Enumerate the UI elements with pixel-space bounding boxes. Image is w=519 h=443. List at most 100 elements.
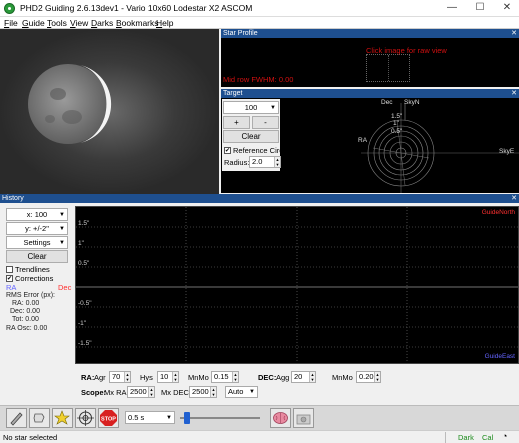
menu-view[interactable]: View [70,18,88,28]
chevron-down-icon: ▼ [59,240,65,246]
phd2-app-icon [4,3,15,14]
svg-text:STOP: STOP [101,417,116,423]
menu-bookmarks[interactable]: Bookmarks [116,18,159,28]
main-toolbar: STOP 0.5 s ▼ [0,405,519,430]
y-scale-dropdown[interactable]: y: +/-2" ▼ [6,222,68,235]
target-header: Target ✕ [221,89,519,98]
history-settings-dropdown[interactable]: Settings ▼ [6,236,68,249]
x-scale-dropdown[interactable]: x: 100 ▼ [6,208,68,221]
gamma-slider[interactable] [178,410,264,426]
agg-label: Agg [276,373,290,382]
dec-mode-dropdown[interactable]: Auto ▼ [225,386,258,398]
window-title: PHD2 Guiding 2.6.13dev1 - Vario 10x60 Lo… [20,3,253,13]
exposure-loop-button[interactable] [29,408,50,428]
ra-mnmo-spinner[interactable]: 0.15 ▲ ▼ [211,371,239,383]
dec-mnmo-spinner[interactable]: 0.20 ▲ ▼ [356,371,381,383]
trendlines-label: Trendlines [15,265,50,274]
spinner-arrows-icon: ▲ ▼ [148,387,154,397]
minimize-button[interactable]: — [438,0,466,16]
menu-guide[interactable]: Guide [22,18,45,28]
hys-label: Hys [140,373,153,382]
dec-agg-spinner[interactable]: 20 ▲ ▼ [291,371,316,383]
chevron-down-icon: ▼ [59,212,65,218]
radius-spinner[interactable]: 2.0 ▲ ▼ [249,156,281,168]
reference-circle-checkbox[interactable]: ✔ [224,147,231,154]
spinner-arrows-icon: ▲ ▼ [309,372,315,382]
camera-gear-icon [296,414,311,425]
menu-darks[interactable]: Darks [91,18,113,28]
menu-file[interactable]: File [4,18,18,28]
maximize-button[interactable]: ☐ [466,0,494,16]
legend-ra: RA [6,283,17,292]
brain-button[interactable] [270,408,291,428]
legend-dec: Dec [58,283,72,292]
camera-image-view[interactable] [0,29,219,194]
menu-help[interactable]: Help [156,18,173,28]
guide-east-label: GuideEast [484,353,515,360]
menu-tools[interactable]: Tools [47,18,67,28]
ring-label-1-5: 1.5" [391,113,403,120]
ra-agr-spinner[interactable]: 70 ▲ ▼ [109,371,131,383]
camera-settings-button[interactable] [293,408,314,428]
network-status-icon: ◔ [502,431,508,441]
menu-bar: File Guide Tools View Darks Bookmarks He… [0,17,519,29]
dark-indicator: Dark [458,433,474,442]
brain-icon [273,412,288,424]
mx-ra-spinner[interactable]: 2500 ▲ ▼ [127,386,155,398]
skyn-axis-label: SkyN [404,99,420,106]
dec-params-label: DEC: [258,373,277,382]
status-divider [445,432,446,443]
corrections-label: Corrections [15,274,54,283]
y-tick-neg-1-5: -1.5" [78,340,92,347]
mx-dec-spinner[interactable]: 2500 ▲ ▼ [189,386,217,398]
ra-params-label: RA: [81,373,95,382]
spinner-arrows-icon: ▲ ▼ [172,372,178,382]
chevron-down-icon: ▼ [59,226,65,232]
guide-button[interactable] [75,408,96,428]
slider-thumb[interactable] [184,412,190,424]
spinner-arrows-icon: ▲ ▼ [124,372,130,382]
rms-tot: Tot: 0.00 [12,316,39,323]
loop-arrows-icon [33,413,45,423]
reference-circle-label: Reference Circle [233,146,289,155]
stop-button[interactable]: STOP [98,408,119,428]
ra-hys-spinner[interactable]: 10 ▲ ▼ [157,371,179,383]
ra-osc: RA Osc: 0.00 [6,325,48,332]
loop-button[interactable] [6,408,27,428]
history-clear-button[interactable]: Clear [6,250,68,263]
agr-label: Agr [94,373,106,382]
pencil-loop-icon [10,412,23,426]
chevron-down-icon: ▼ [270,105,276,111]
zoom-out-button[interactable]: - [252,116,279,129]
guide-north-label: GuideNorth [481,209,515,216]
ra-axis-label: RA [358,137,368,144]
star-profile-close-icon[interactable]: ✕ [511,29,517,38]
history-grid [76,207,518,363]
history-controls: x: 100 ▼ y: +/-2" ▼ Settings ▼ Clear Tre… [0,203,75,403]
exposure-duration-dropdown[interactable]: 0.5 s ▼ [125,411,175,424]
zoom-in-button[interactable]: + [223,116,250,129]
status-bar: No star selected Dark Cal ◔ [0,430,519,443]
history-header: History ✕ [0,194,519,203]
star-select-icon [54,410,70,425]
ring-label-1: 1" [393,120,399,127]
corrections-checkbox[interactable]: ✔ [6,275,13,282]
close-button[interactable]: ✕ [493,0,519,16]
ring-label-0-5: 0.5" [391,128,403,135]
trendlines-checkbox[interactable] [6,266,13,273]
target-zoom-dropdown[interactable]: 100 ▼ [223,101,279,114]
mx-dec-label: Mx DEC [161,388,189,397]
spinner-arrows-icon: ▲ ▼ [274,157,280,167]
slider-track [180,417,260,419]
auto-select-star-button[interactable] [52,408,73,428]
target-clear-button[interactable]: Clear [223,130,279,143]
y-tick-neg-0-5: -0.5" [78,300,92,307]
history-close-icon[interactable]: ✕ [511,194,517,203]
history-graph[interactable]: 1.5" 1" 0.5" -0.5" -1" -1.5" GuideNorth … [75,206,519,364]
skye-axis-label: SkyE [499,148,515,155]
spinner-arrows-icon: ▲ ▼ [232,372,238,382]
cal-indicator: Cal [482,433,494,442]
star-profile-header: Star Profile ✕ [221,29,519,38]
target-close-icon[interactable]: ✕ [511,89,517,98]
star-profile-view[interactable]: Click image for raw view Mid row FWHM: 0… [221,38,519,87]
